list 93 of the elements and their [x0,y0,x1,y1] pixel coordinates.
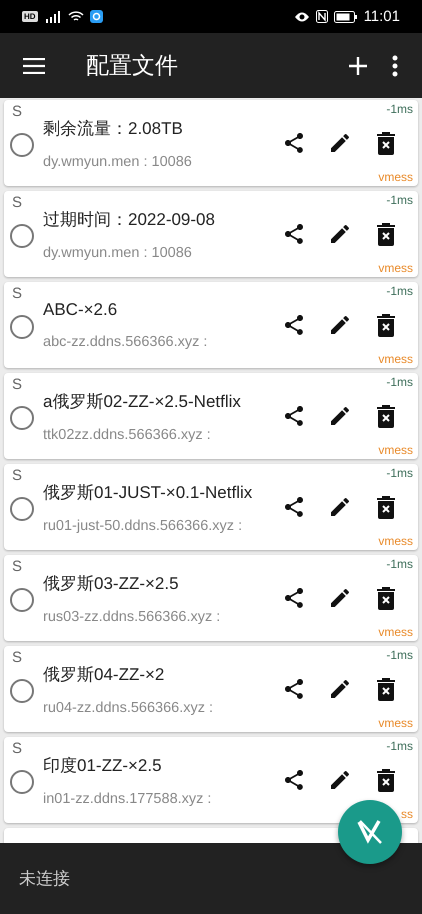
server-address: ru01-just-50.ddns.566366.xyz : [43,518,244,534]
latency-label: -1ms [386,557,413,571]
pencil-icon [328,677,352,701]
radio-button[interactable] [10,133,34,157]
server-address: ru04-zz.ddns.566366.xyz : [43,700,214,716]
delete-icon [375,404,397,428]
share-icon [282,222,306,246]
share-icon [282,586,306,610]
delete-icon [375,222,397,246]
connection-status: 未连接 [19,868,70,890]
plus-icon [348,56,368,76]
signal-icon [44,10,62,22]
profile-card[interactable]: S -1ms vmess 俄罗斯03-ZZ-×2.5 rus03-zz.ddns.566366.xyz : [4,555,418,641]
profile-name: 剩余流量：2.08TB [43,118,184,140]
delete-icon [375,768,397,792]
pencil-icon [328,768,352,792]
share-icon [282,768,306,792]
latency-label: -1ms [386,739,413,753]
radio-button[interactable] [10,315,34,339]
radio-button[interactable] [10,588,34,612]
delete-icon [375,586,397,610]
pencil-icon [328,404,352,428]
profile-card[interactable]: S -1ms vmess a俄罗斯02-ZZ-×2.5-Netflix ttk02zz.ddns.566366.xyz : [4,373,418,459]
profile-card[interactable]: S -1ms vmess 俄罗斯01-JUST-×0.1-Netflix ru01-just-50.ddns.566366.xyz : [4,464,418,550]
type-label: S [12,467,22,484]
radio-button[interactable] [10,679,34,703]
pencil-icon [328,222,352,246]
protocol-label: vmess [378,534,413,548]
wifi-icon [68,10,84,22]
type-label: S [12,194,22,211]
type-label: S [12,649,22,666]
server-address: in01-zz.ddns.177588.xyz : [43,790,212,806]
type-label: S [12,740,22,757]
delete-icon [375,677,397,701]
type-label: S [12,376,22,393]
latency-label: -1ms [386,648,413,662]
type-label: S [12,558,22,575]
profile-name: 过期时间：2022-09-08 [43,208,216,230]
profile-name: 俄罗斯04-ZZ-×2 [43,664,166,686]
hd-badge: HD [22,11,38,22]
protocol-label: vmess [378,625,413,639]
protocol-label: vmess [378,170,413,184]
profile-name: a俄罗斯02-ZZ-×2.5-Netflix [43,390,242,412]
clock-time: 11:01 [364,8,400,25]
profile-card[interactable]: S -1ms vmess ABC-×2.6 abc-zz.ddns.566366.xyz : [4,282,418,368]
profile-name: ABC-×2.6 [43,300,118,320]
menu-icon [23,58,45,74]
radio-button[interactable] [10,770,34,794]
page-title: 配置文件 [86,51,179,80]
latency-label: -1ms [386,466,413,480]
server-address: rus03-zz.ddns.566366.xyz : [43,608,222,624]
server-address: dy.wmyun.men : 10086 [43,244,193,260]
nfc-icon [316,10,328,23]
delete-icon [375,313,397,337]
pencil-icon [328,586,352,610]
share-icon [282,677,306,701]
latency-label: -1ms [386,375,413,389]
share-icon [282,495,306,519]
battery-icon [334,10,358,22]
app-icon [90,10,103,23]
protocol-label: vmess [378,716,413,730]
share-icon [282,131,306,155]
protocol-label: vmess [378,352,413,366]
profile-card[interactable]: S -1ms vmess 剩余流量：2.08TB dy.wmyun.men : 10086 [4,100,418,186]
delete-icon [375,131,397,155]
latency-label: -1ms [386,193,413,207]
protocol-label: ss [401,807,413,821]
pencil-icon [328,495,352,519]
server-address: ttk02zz.ddns.566366.xyz : [43,426,212,442]
profile-name: 俄罗斯01-JUST-×0.1-Netflix [43,482,254,504]
eye-icon [294,10,310,22]
radio-button[interactable] [10,497,34,521]
profile-card[interactable]: S -1ms vmess 俄罗斯04-ZZ-×2 ru04-zz.ddns.566366.xyz : [4,646,418,732]
share-icon [282,313,306,337]
latency-label: -1ms [386,284,413,298]
radio-button[interactable] [10,406,34,430]
profile-name: 俄罗斯03-ZZ-×2.5 [43,572,180,594]
server-address: dy.wmyun.men : 10086 [43,154,193,170]
profile-card[interactable]: S -1ms ss 印度01-ZZ-×2.5 in01-zz.ddns.177588.xyz : [4,737,418,823]
type-label: S [12,103,22,120]
server-address: abc-zz.ddns.566366.xyz : [43,334,208,350]
type-label: S [12,285,22,302]
profile-card[interactable]: S -1ms vmess 过期时间：2022-09-08 dy.wmyun.men : 10086 [4,191,418,277]
radio-button[interactable] [10,224,34,248]
delete-icon [375,495,397,519]
share-icon [282,404,306,428]
protocol-label: vmess [378,443,413,457]
profile-name: 印度01-ZZ-×2.5 [43,754,163,776]
pencil-icon [328,131,352,155]
pencil-icon [328,313,352,337]
more-icon [392,54,398,76]
latency-label: -1ms [386,102,413,116]
protocol-label: vmess [378,261,413,275]
